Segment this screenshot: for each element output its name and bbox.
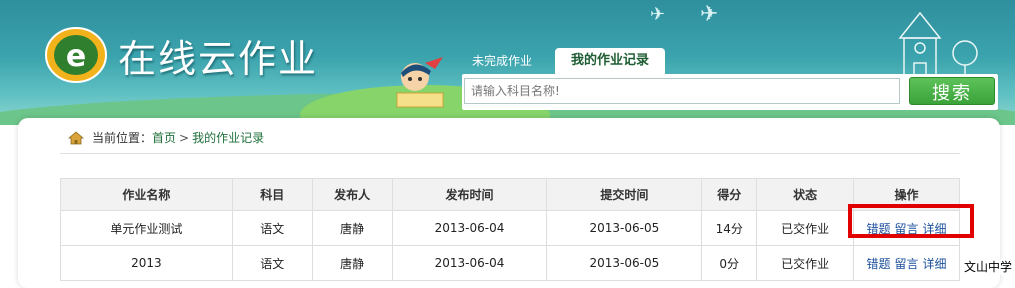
breadcrumb-home-link[interactable]: 首页 xyxy=(152,129,176,147)
breadcrumb-prefix: 当前位置： xyxy=(92,131,153,145)
column-header-submit-time: 提交时间 xyxy=(546,178,703,211)
wrong-questions-link[interactable]: 错题 xyxy=(867,257,891,271)
cell-publish-time: 2013-06-04 xyxy=(391,210,548,246)
cell-score: 14分 xyxy=(701,210,758,246)
cell-status: 已交作业 xyxy=(756,245,855,281)
kid-reading-icon xyxy=(396,57,444,108)
column-header-score: 得分 xyxy=(701,178,758,211)
divider xyxy=(60,153,960,154)
cell-name: 单元作业测试 xyxy=(60,210,233,246)
cell-submit-time: 2013-06-05 xyxy=(546,210,703,246)
cell-score: 0分 xyxy=(701,245,758,281)
table-header-row: 作业名称 科目 发布人 发布时间 提交时间 得分 状态 操作 xyxy=(60,178,960,211)
cell-status: 已交作业 xyxy=(756,210,855,246)
column-header-status: 状态 xyxy=(756,178,855,211)
search-button[interactable]: 搜索 xyxy=(909,77,995,105)
breadcrumb: 当前位置： 首页 > 我的作业记录 xyxy=(68,129,264,147)
cell-publish-time: 2013-06-04 xyxy=(391,245,548,281)
cell-submit-time: 2013-06-05 xyxy=(546,245,703,281)
column-header-subject: 科目 xyxy=(231,178,313,211)
homework-records-table: 作业名称 科目 发布人 发布时间 提交时间 得分 状态 操作 单元作业测试 语文… xyxy=(60,178,960,281)
cell-publisher: 唐静 xyxy=(311,245,393,281)
watermark-label: 文山中学 xyxy=(962,259,1015,275)
table-row: 2013 语文 唐静 2013-06-04 2013-06-05 0分 已交作业… xyxy=(60,245,960,281)
cell-name: 2013 xyxy=(60,245,233,281)
breadcrumb-separator: > xyxy=(179,131,190,145)
details-link[interactable]: 详细 xyxy=(923,257,947,271)
column-header-publish-time: 发布时间 xyxy=(391,178,548,211)
cell-subject: 语文 xyxy=(231,210,313,246)
highlight-box xyxy=(848,204,974,238)
tab-unfinished-homework[interactable]: 未完成作业 xyxy=(460,48,544,74)
logo-icon: e xyxy=(45,27,107,83)
cell-publisher: 唐静 xyxy=(311,210,393,246)
tab-my-homework-records[interactable]: 我的作业记录 xyxy=(555,48,665,74)
cell-subject: 语文 xyxy=(231,245,313,281)
column-header-name: 作业名称 xyxy=(60,178,233,211)
plane-icon: ✈ xyxy=(650,4,666,25)
plane-icon: ✈ xyxy=(700,2,719,27)
header-banner: ✈ ✈ e 在线云作业 未完成作业 我的作业记录 xyxy=(0,0,1015,125)
cell-actions: 错题 留言 详细 xyxy=(853,245,960,281)
breadcrumb-current[interactable]: 我的作业记录 xyxy=(192,129,264,147)
home-icon xyxy=(68,131,84,145)
svg-text:e: e xyxy=(66,39,86,74)
search-input[interactable] xyxy=(464,78,900,104)
logo-title: 在线云作业 xyxy=(118,37,319,81)
table-row: 单元作业测试 语文 唐静 2013-06-04 2013-06-05 14分 已… xyxy=(60,210,960,246)
column-header-publisher: 发布人 xyxy=(311,178,393,211)
comment-link[interactable]: 留言 xyxy=(895,257,919,271)
